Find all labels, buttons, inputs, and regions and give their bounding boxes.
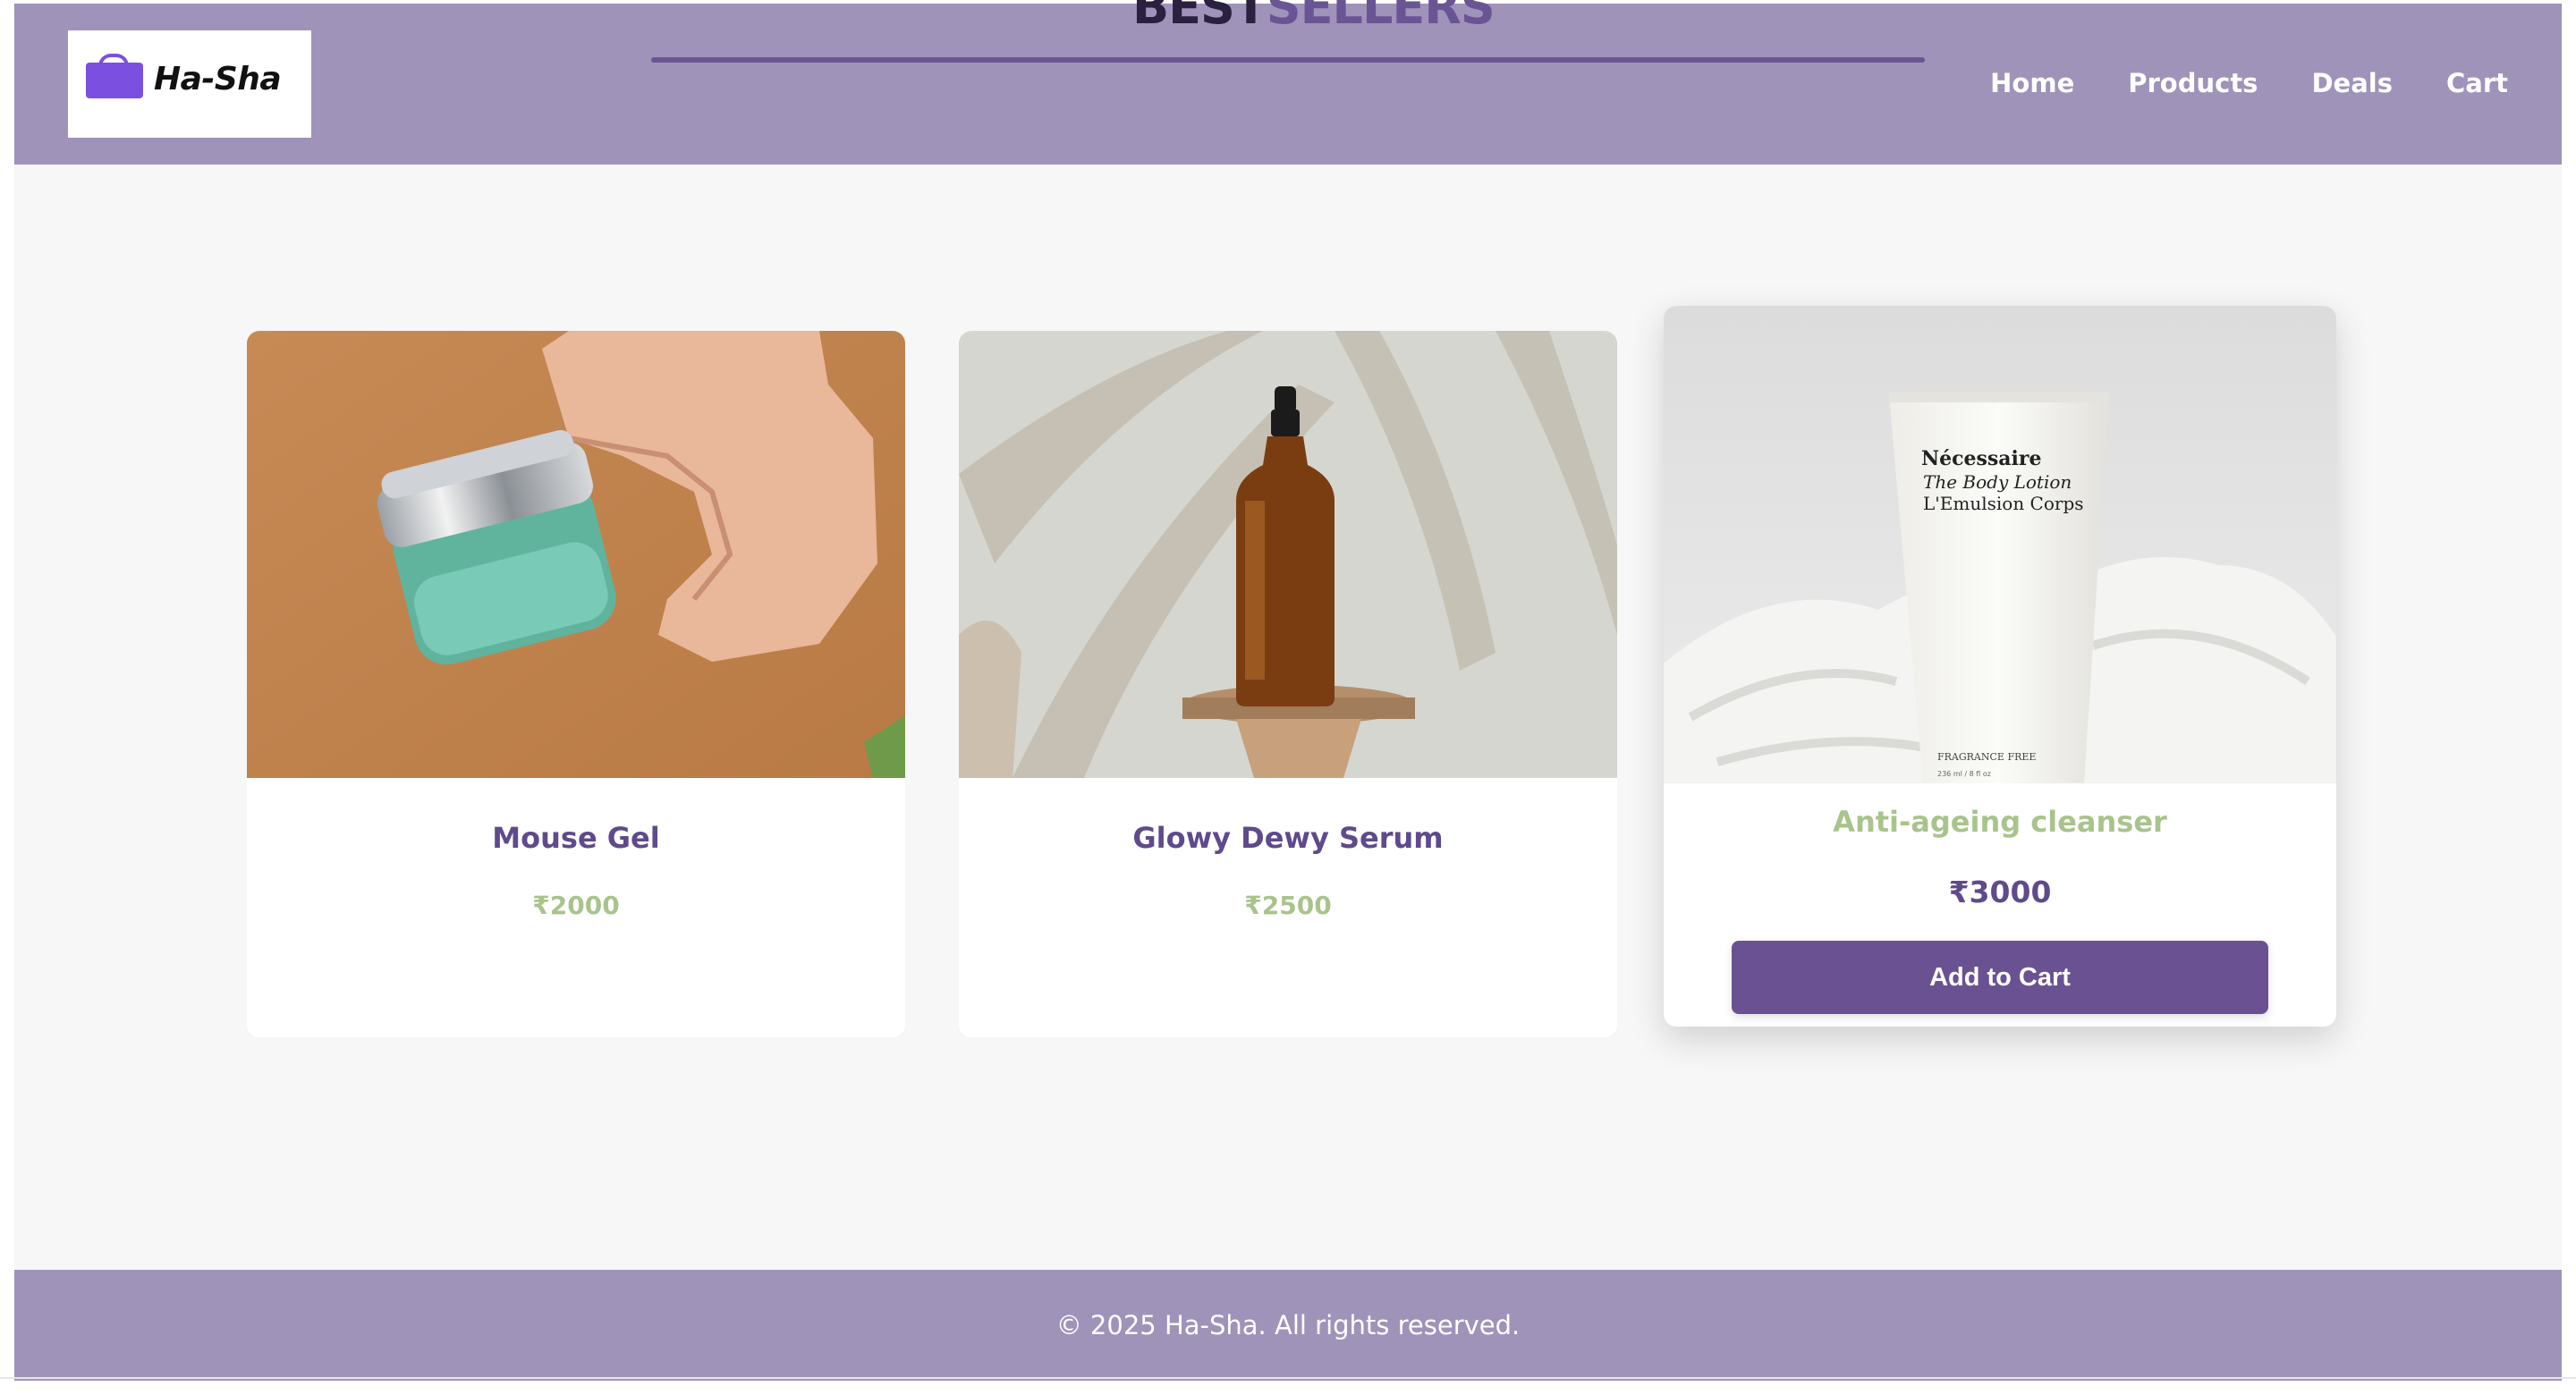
shopping-bag-icon [86,54,143,98]
product-image-serum [959,331,1617,778]
product-card[interactable]: Glowy Dewy Serum ₹2500 [959,331,1617,1037]
section-title-part1: BEST [1132,0,1267,32]
nav-deals[interactable]: Deals [2311,68,2393,98]
title-underline [651,57,1925,63]
site-header: Ha-Sha BESTSELLERS Home Products Deals C… [14,0,2562,165]
section-title: BESTSELLERS [1132,0,1495,32]
nav-home[interactable]: Home [1990,68,2074,98]
tube-line2-text: L'Emulsion Corps [1923,493,2084,514]
product-price: ₹2500 [1244,891,1332,920]
logo-text: Ha-Sha [154,61,282,97]
nav-cart[interactable]: Cart [2446,68,2508,98]
product-name[interactable]: Mouse Gel [247,821,905,855]
product-name[interactable]: Anti-ageing cleanser [1664,805,2336,839]
tube-brand-text: Nécessaire [1921,447,2041,470]
product-image-cleanser: Nécessaire The Body Lotion L'Emulsion Co… [1664,306,2336,783]
footer-copyright: © 2025 Ha-Sha. All rights reserved. [1055,1310,1521,1340]
product-image-gel [247,331,905,778]
product-name[interactable]: Glowy Dewy Serum [959,821,1617,855]
product-price: ₹2000 [532,891,620,920]
tube-note-text: FRAGRANCE FREE [1937,751,2036,763]
logo[interactable]: Ha-Sha [68,30,311,138]
site-footer: © 2025 Ha-Sha. All rights reserved. [14,1270,2562,1381]
nav-products[interactable]: Products [2128,68,2258,98]
tube-line1-text: The Body Lotion [1923,471,2072,493]
tube-volume-text: 236 ml / 8 fl oz [1937,770,1991,778]
divider [0,1377,2576,1379]
product-card[interactable]: Nécessaire The Body Lotion L'Emulsion Co… [1664,306,2336,1027]
product-price: ₹3000 [1948,875,2052,909]
add-to-cart-button[interactable]: Add to Cart [1732,941,2268,1014]
main-nav: Home Products Deals Cart [1990,68,2508,98]
product-card[interactable]: Mouse Gel ₹2000 [247,331,905,1037]
page: Ha-Sha BESTSELLERS Home Products Deals C… [14,0,2562,1381]
section-title-part2: SELLERS [1266,0,1495,32]
